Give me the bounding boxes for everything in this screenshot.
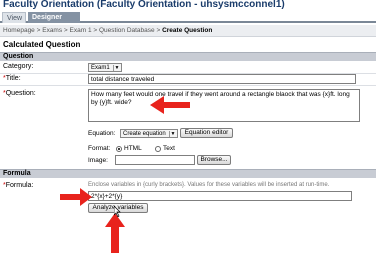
annotation-arrow-question: [150, 96, 190, 114]
breadcrumb-separator: >: [93, 27, 98, 34]
chevron-down-icon: ▼: [113, 65, 120, 71]
browse-button[interactable]: Browse...: [197, 155, 231, 165]
tab-bar: View Designer Options: [0, 12, 376, 32]
category-label: Category:: [3, 63, 34, 70]
formula-input[interactable]: 2*{x}+2*{y}: [88, 191, 352, 201]
category-row: [0, 62, 376, 74]
equation-label: Equation:: [88, 130, 116, 137]
breadcrumb: Homepage > Exams > Exam 1 > Question Dat…: [0, 25, 376, 37]
title-label: *Title:: [3, 75, 21, 82]
equation-select-value: Create equation: [123, 131, 166, 137]
annotation-arrow-analyze: [105, 213, 125, 253]
window-titlebar: Faculty Orientation (Faculty Orientation…: [0, 0, 376, 11]
formula-label: *Formula:: [3, 182, 33, 189]
formula-label-text: Formula:: [5, 182, 34, 189]
breadcrumb-separator: >: [36, 27, 41, 34]
breadcrumb-separator: >: [156, 27, 161, 34]
breadcrumb-separator: >: [63, 27, 68, 34]
tab-designer-options[interactable]: Designer Options: [28, 12, 80, 32]
equation-select[interactable]: Create equation ▼: [120, 129, 178, 138]
title-input[interactable]: total distance traveled: [88, 74, 356, 84]
question-label-text: Question:: [5, 90, 36, 97]
breadcrumb-item-exam-1[interactable]: Exam 1: [70, 27, 92, 34]
chevron-down-icon: ▼: [169, 131, 176, 137]
tab-view[interactable]: View: [2, 12, 26, 23]
format-text-label: Text: [163, 145, 175, 152]
image-file-input[interactable]: [115, 155, 195, 165]
format-text-radio[interactable]: [155, 146, 161, 152]
breadcrumb-current: Create Question: [162, 27, 213, 34]
breadcrumb-item-question-database[interactable]: Question Database: [99, 27, 155, 34]
annotation-arrow-formula: [60, 188, 92, 206]
format-html-radio[interactable]: [116, 146, 122, 152]
image-label: Image:: [88, 157, 108, 164]
page-title: Calculated Question: [3, 40, 81, 49]
formula-hint: Enclose variables in {curly brackets}. V…: [88, 182, 330, 188]
section-header-formula: Formula: [0, 169, 376, 178]
equation-editor-button[interactable]: Equation editor: [180, 128, 233, 138]
category-select-value: Exam1: [91, 65, 110, 71]
question-textarea[interactable]: How many feet would one travel if they w…: [88, 89, 360, 122]
pointer-cursor-icon: [114, 206, 121, 217]
breadcrumb-item-homepage[interactable]: Homepage: [3, 27, 35, 34]
window-title: Faculty Orientation (Faculty Orientation…: [3, 0, 285, 10]
question-label: *Question:: [3, 90, 36, 97]
breadcrumb-item-exams[interactable]: Exams: [42, 27, 62, 34]
format-html-label: HTML: [124, 145, 142, 152]
format-label: Format:: [88, 145, 111, 152]
section-header-question: Question: [0, 52, 376, 61]
category-select[interactable]: Exam1 ▼: [88, 63, 122, 72]
title-label-text: Title:: [5, 75, 21, 82]
